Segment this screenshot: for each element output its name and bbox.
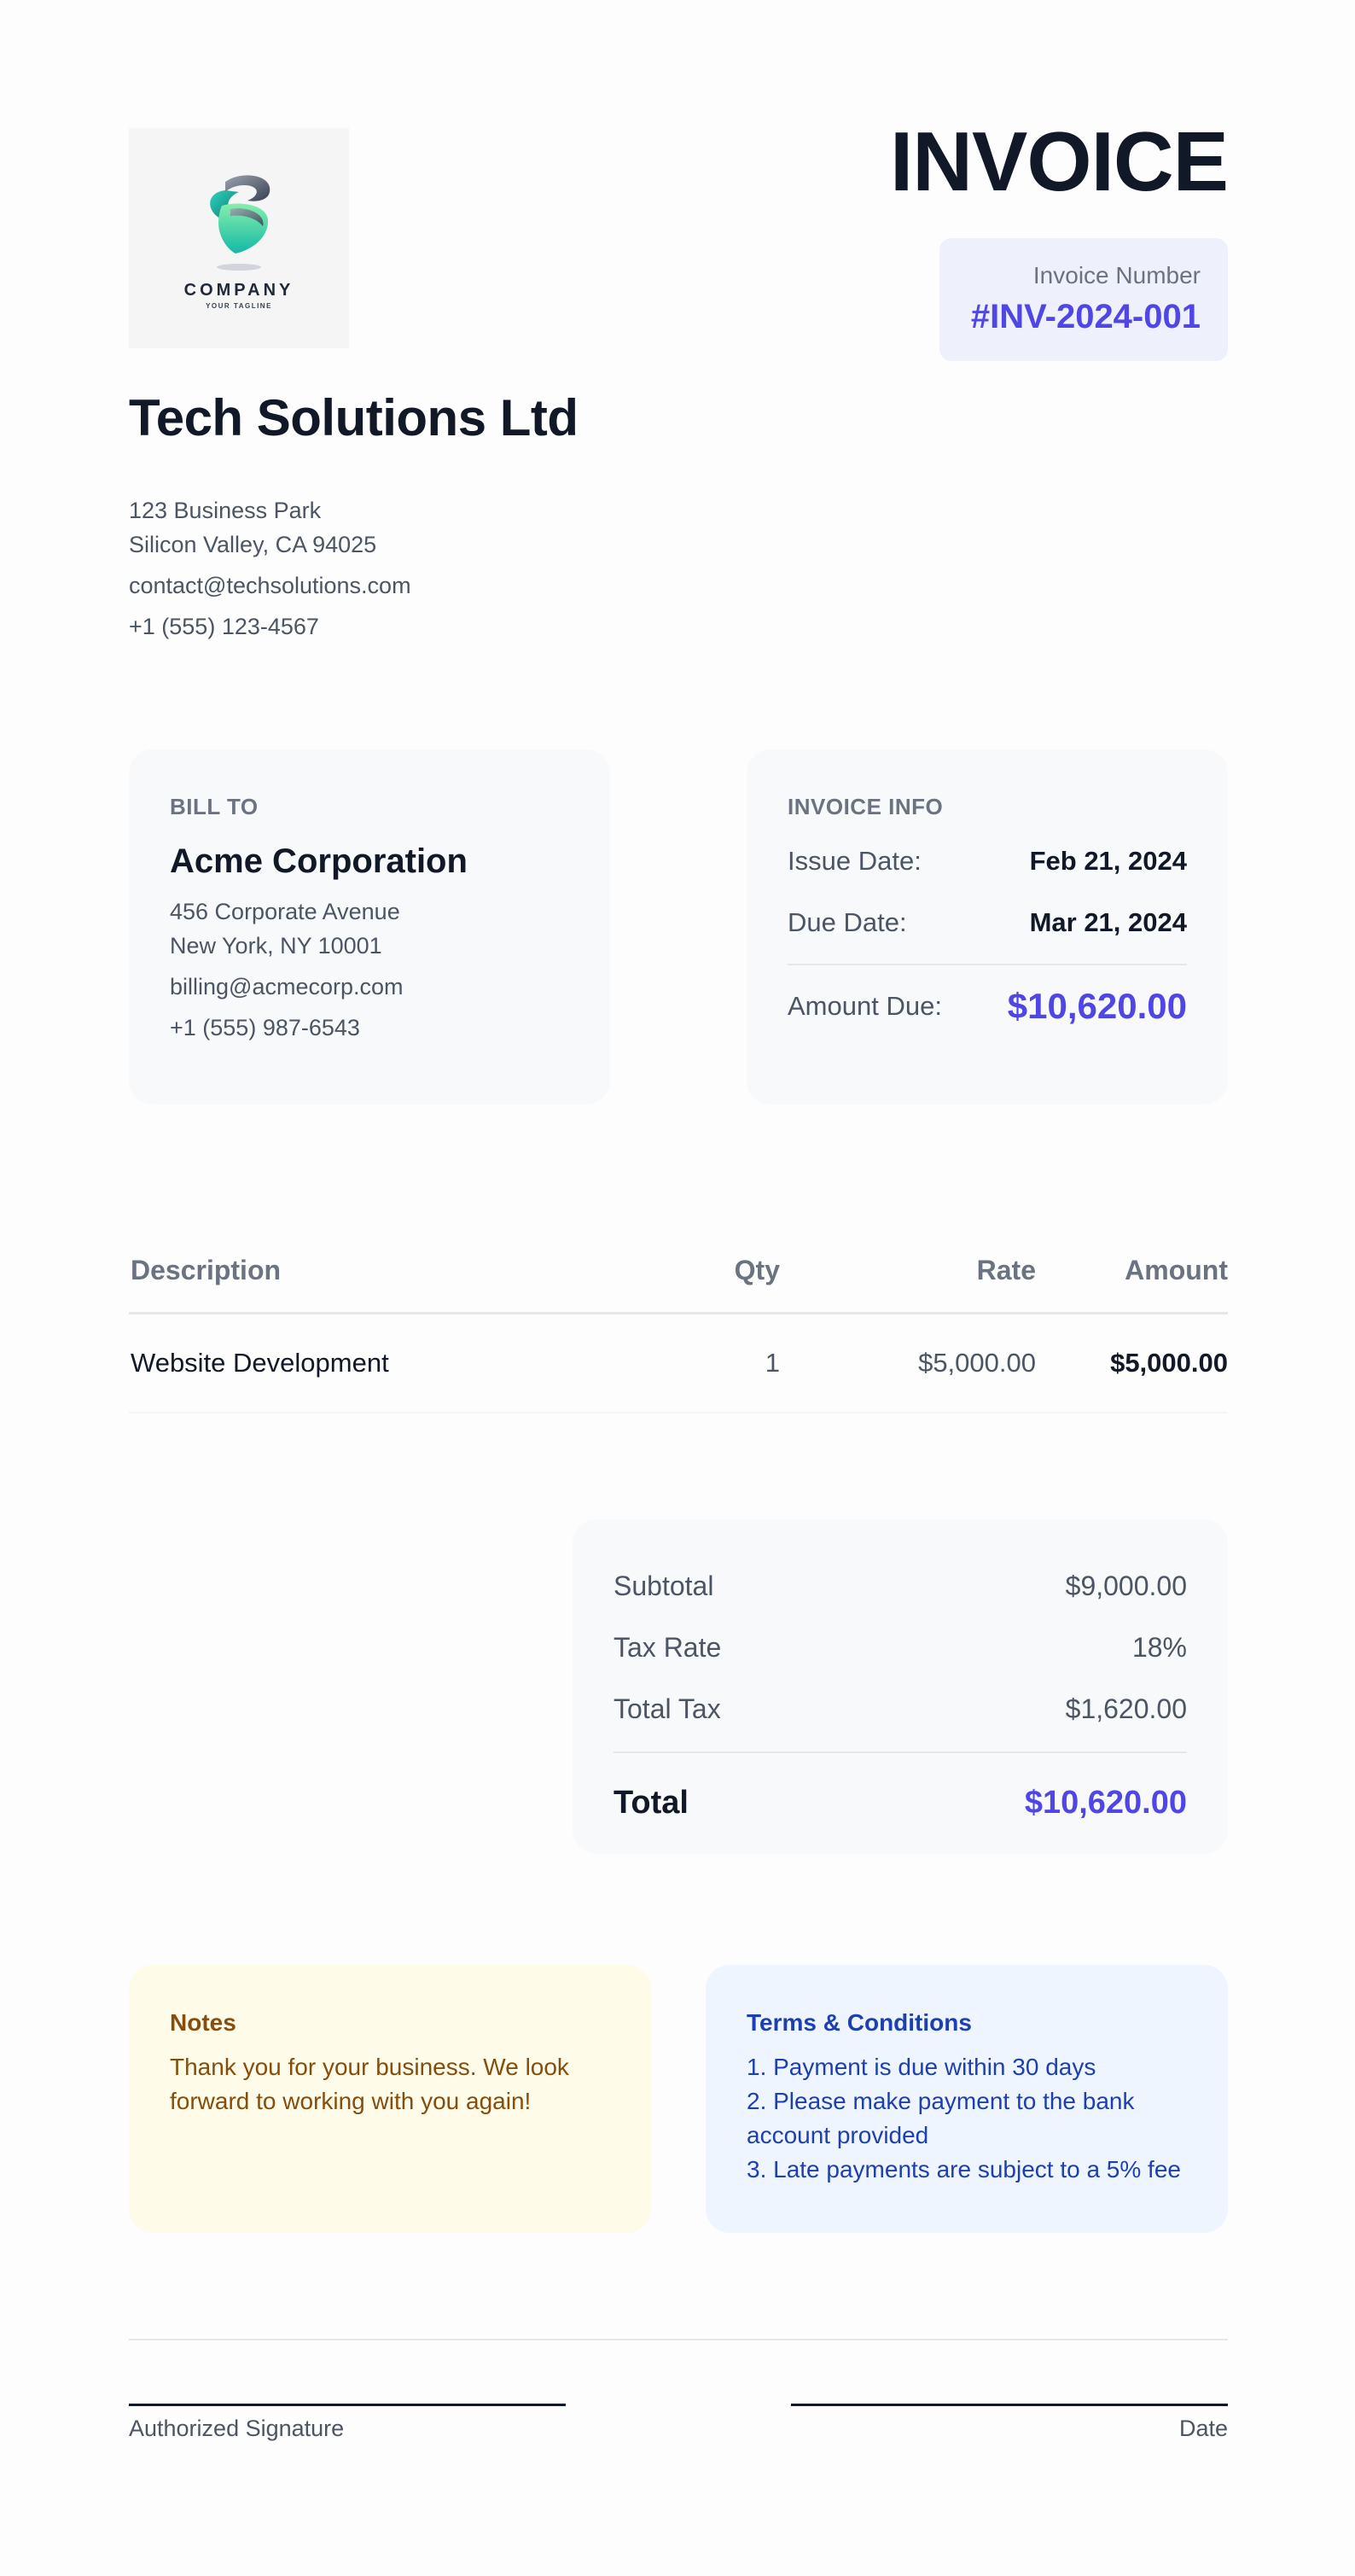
client-name: Acme Corporation xyxy=(170,842,468,880)
grand-total-value: $10,620.00 xyxy=(1024,1784,1187,1821)
logo-wordmark: COMPANY xyxy=(183,281,294,300)
grand-total-row: Total $10,620.00 xyxy=(614,1772,1187,1833)
totals-divider xyxy=(614,1751,1187,1753)
company-logo: COMPANY YOUR TAGLINE xyxy=(129,128,349,348)
company-email[interactable]: contact@techsolutions.com xyxy=(129,568,411,603)
notes-card: Notes Thank you for your business. We lo… xyxy=(129,1965,651,2233)
item-rate: $5,000.00 xyxy=(918,1348,1036,1378)
header-qty: Qty xyxy=(734,1255,780,1285)
client-details: 456 Corporate Avenue New York, NY 10001 … xyxy=(170,895,569,1045)
table-row: Website Development 1 $5,000.00 $5,000.0… xyxy=(129,1314,1228,1413)
date-line xyxy=(791,2404,1228,2406)
company-address-line1: 123 Business Park xyxy=(129,498,322,523)
subtotal-value: $9,000.00 xyxy=(1065,1570,1187,1601)
company-phone[interactable]: +1 (555) 123-4567 xyxy=(129,609,411,644)
tax-rate-value: 18% xyxy=(1131,1631,1187,1663)
header-amount: Amount xyxy=(1125,1255,1228,1285)
client-address-line1: 456 Corporate Avenue xyxy=(170,899,400,924)
client-phone[interactable]: +1 (555) 987-6543 xyxy=(170,1011,569,1045)
company-name: Tech Solutions Ltd xyxy=(129,389,579,446)
total-tax-row: Total Tax $1,620.00 xyxy=(614,1678,1187,1740)
signature-line xyxy=(129,2404,566,2406)
invoice-number-label: Invoice Number xyxy=(1032,262,1201,288)
table-header: Description Qty Rate Amount xyxy=(129,1229,1228,1314)
grand-total-label: Total xyxy=(614,1784,689,1821)
notes-title: Notes xyxy=(170,2009,236,2036)
item-description: Website Development xyxy=(131,1348,389,1378)
invoice-number-box: Invoice Number #INV-2024-001 xyxy=(939,238,1228,361)
invoice-info-label: INVOICE INFO xyxy=(788,794,944,819)
signature-label: Authorized Signature xyxy=(129,2416,345,2441)
terms-title: Terms & Conditions xyxy=(747,2009,972,2036)
totals-card: Subtotal $9,000.00 Tax Rate 18% Total Ta… xyxy=(573,1519,1228,1854)
amount-due-label: Amount Due: xyxy=(788,991,942,1021)
logo-tagline: YOUR TAGLINE xyxy=(206,302,272,310)
bill-to-label: BILL TO xyxy=(170,794,259,819)
invoice-title: INVOICE xyxy=(890,114,1229,208)
terms-item: 1. Payment is due within 30 days xyxy=(747,2054,1096,2080)
bill-to-card: BILL TO Acme Corporation 456 Corporate A… xyxy=(129,749,610,1104)
client-address-line2: New York, NY 10001 xyxy=(170,933,382,959)
logo-mark-icon xyxy=(210,175,270,271)
terms-list: 1. Payment is due within 30 days 2. Plea… xyxy=(747,2050,1187,2187)
header-rate: Rate xyxy=(976,1255,1036,1285)
amount-due-row: Amount Due: $10,620.00 xyxy=(788,986,1187,1027)
subtotal-row: Subtotal $9,000.00 xyxy=(614,1555,1187,1617)
company-details: 123 Business Park Silicon Valley, CA 940… xyxy=(129,493,411,644)
client-email[interactable]: billing@acmecorp.com xyxy=(170,970,569,1004)
due-date-value: Mar 21, 2024 xyxy=(1029,907,1187,937)
total-tax-label: Total Tax xyxy=(614,1693,721,1724)
issue-date-label: Issue Date: xyxy=(788,846,922,876)
tax-rate-row: Tax Rate 18% xyxy=(614,1617,1187,1678)
total-tax-value: $1,620.00 xyxy=(1065,1693,1187,1724)
header-description: Description xyxy=(131,1255,282,1285)
due-date-row: Due Date: Mar 21, 2024 xyxy=(788,907,1187,938)
invoice-number: #INV-2024-001 xyxy=(970,298,1201,335)
date-label: Date xyxy=(1178,2416,1228,2441)
item-amount: $5,000.00 xyxy=(1110,1348,1228,1378)
due-date-label: Due Date: xyxy=(788,907,907,937)
info-divider xyxy=(788,964,1187,965)
terms-item: 3. Late payments are subject to a 5% fee xyxy=(747,2156,1181,2183)
amount-due-value: $10,620.00 xyxy=(1007,986,1187,1026)
terms-card: Terms & Conditions 1. Payment is due wit… xyxy=(706,1965,1228,2233)
invoice-info-card: INVOICE INFO Issue Date: Feb 21, 2024 Du… xyxy=(747,749,1228,1104)
issue-date-row: Issue Date: Feb 21, 2024 xyxy=(788,846,1187,877)
company-address-line2: Silicon Valley, CA 94025 xyxy=(129,532,377,557)
item-qty: 1 xyxy=(765,1348,780,1378)
issue-date-value: Feb 21, 2024 xyxy=(1029,846,1187,876)
line-items-table: Description Qty Rate Amount Website Deve… xyxy=(129,1229,1228,1413)
notes-body: Thank you for your business. We look for… xyxy=(170,2054,569,2114)
tax-rate-label: Tax Rate xyxy=(614,1631,722,1663)
footer-divider xyxy=(129,2339,1228,2340)
invoice-page: COMPANY YOUR TAGLINE INVOICE Invoice Num… xyxy=(129,0,1229,2576)
terms-item: 2. Please make payment to the bank accou… xyxy=(747,2088,1135,2148)
subtotal-label: Subtotal xyxy=(614,1570,714,1601)
